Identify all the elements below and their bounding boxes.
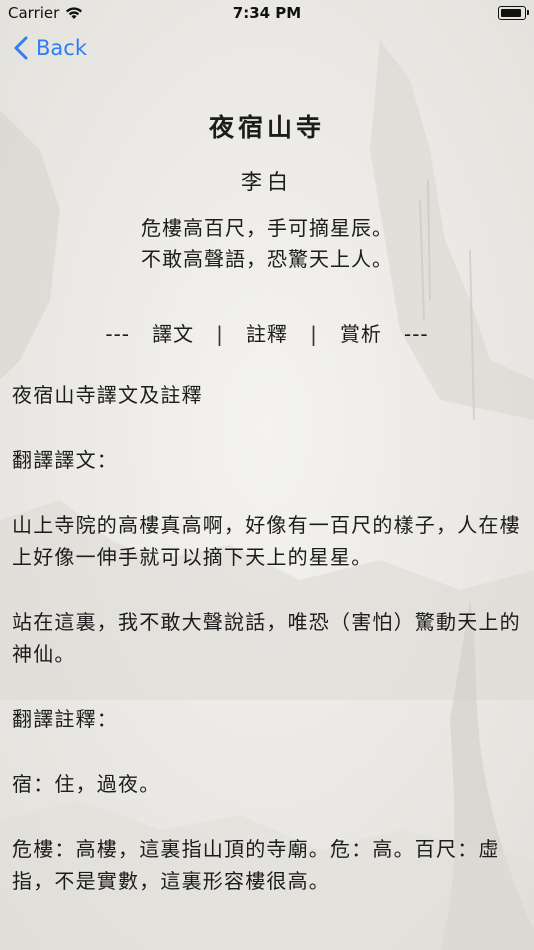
chevron-left-icon xyxy=(14,36,28,60)
translation-paragraph: 山上寺院的高樓真高啊，好像有一百尺的樣子，人在樓上好像一伸手就可以摘下天上的星星… xyxy=(12,513,521,569)
note-item: 危樓：高樓，這裏指山頂的寺廟。危：高。百尺：虛指，不是實數，這裏形容樓很高。 xyxy=(12,837,500,893)
poem-line: 危樓高百尺，手可摘星辰。 xyxy=(141,216,393,240)
clock: 7:34 PM xyxy=(232,4,302,22)
section-tabs: --- 譯文 | 註釋 | 賞析 --- xyxy=(0,318,534,347)
battery-level xyxy=(501,9,521,17)
battery-tip xyxy=(527,10,529,15)
article-body: 夜宿山寺譯文及註釋 翻譯譯文： 山上寺院的高樓真高啊，好像有一百尺的樣子，人在樓… xyxy=(12,379,522,897)
article-heading: 夜宿山寺譯文及註釋 xyxy=(12,383,203,407)
poem-lines: 危樓高百尺，手可摘星辰。 不敢高聲語，恐驚天上人。 xyxy=(0,213,534,275)
tabs-right-dashes: --- xyxy=(403,322,429,346)
translation-paragraph: 站在這裏，我不敢大聲說話，唯恐（害怕）驚動天上的神仙。 xyxy=(12,610,521,666)
back-label: Back xyxy=(36,36,87,60)
tab-separator: | xyxy=(310,322,318,346)
poem-title: 夜宿山寺 xyxy=(208,113,325,142)
poem-content: 夜宿山寺 李白 危樓高百尺，手可摘星辰。 不敢高聲語，恐驚天上人。 --- 譯文… xyxy=(0,108,534,930)
notes-label: 翻譯註釋： xyxy=(12,707,118,731)
note-item: 宿：住，過夜。 xyxy=(12,772,161,796)
poem-line: 不敢高聲語，恐驚天上人。 xyxy=(141,247,393,271)
tab-appreciation[interactable]: 賞析 xyxy=(340,322,382,346)
tabs-left-dashes: --- xyxy=(105,322,131,346)
back-button[interactable]: Back xyxy=(14,36,87,60)
tab-notes[interactable]: 註釋 xyxy=(246,322,288,346)
status-bar: Carrier 7:34 PM xyxy=(0,0,534,28)
battery-icon xyxy=(498,6,529,20)
poem-author: 李白 xyxy=(241,170,293,194)
translation-label: 翻譯譯文： xyxy=(12,448,118,472)
tab-separator: | xyxy=(216,322,224,346)
tab-translation[interactable]: 譯文 xyxy=(152,322,194,346)
